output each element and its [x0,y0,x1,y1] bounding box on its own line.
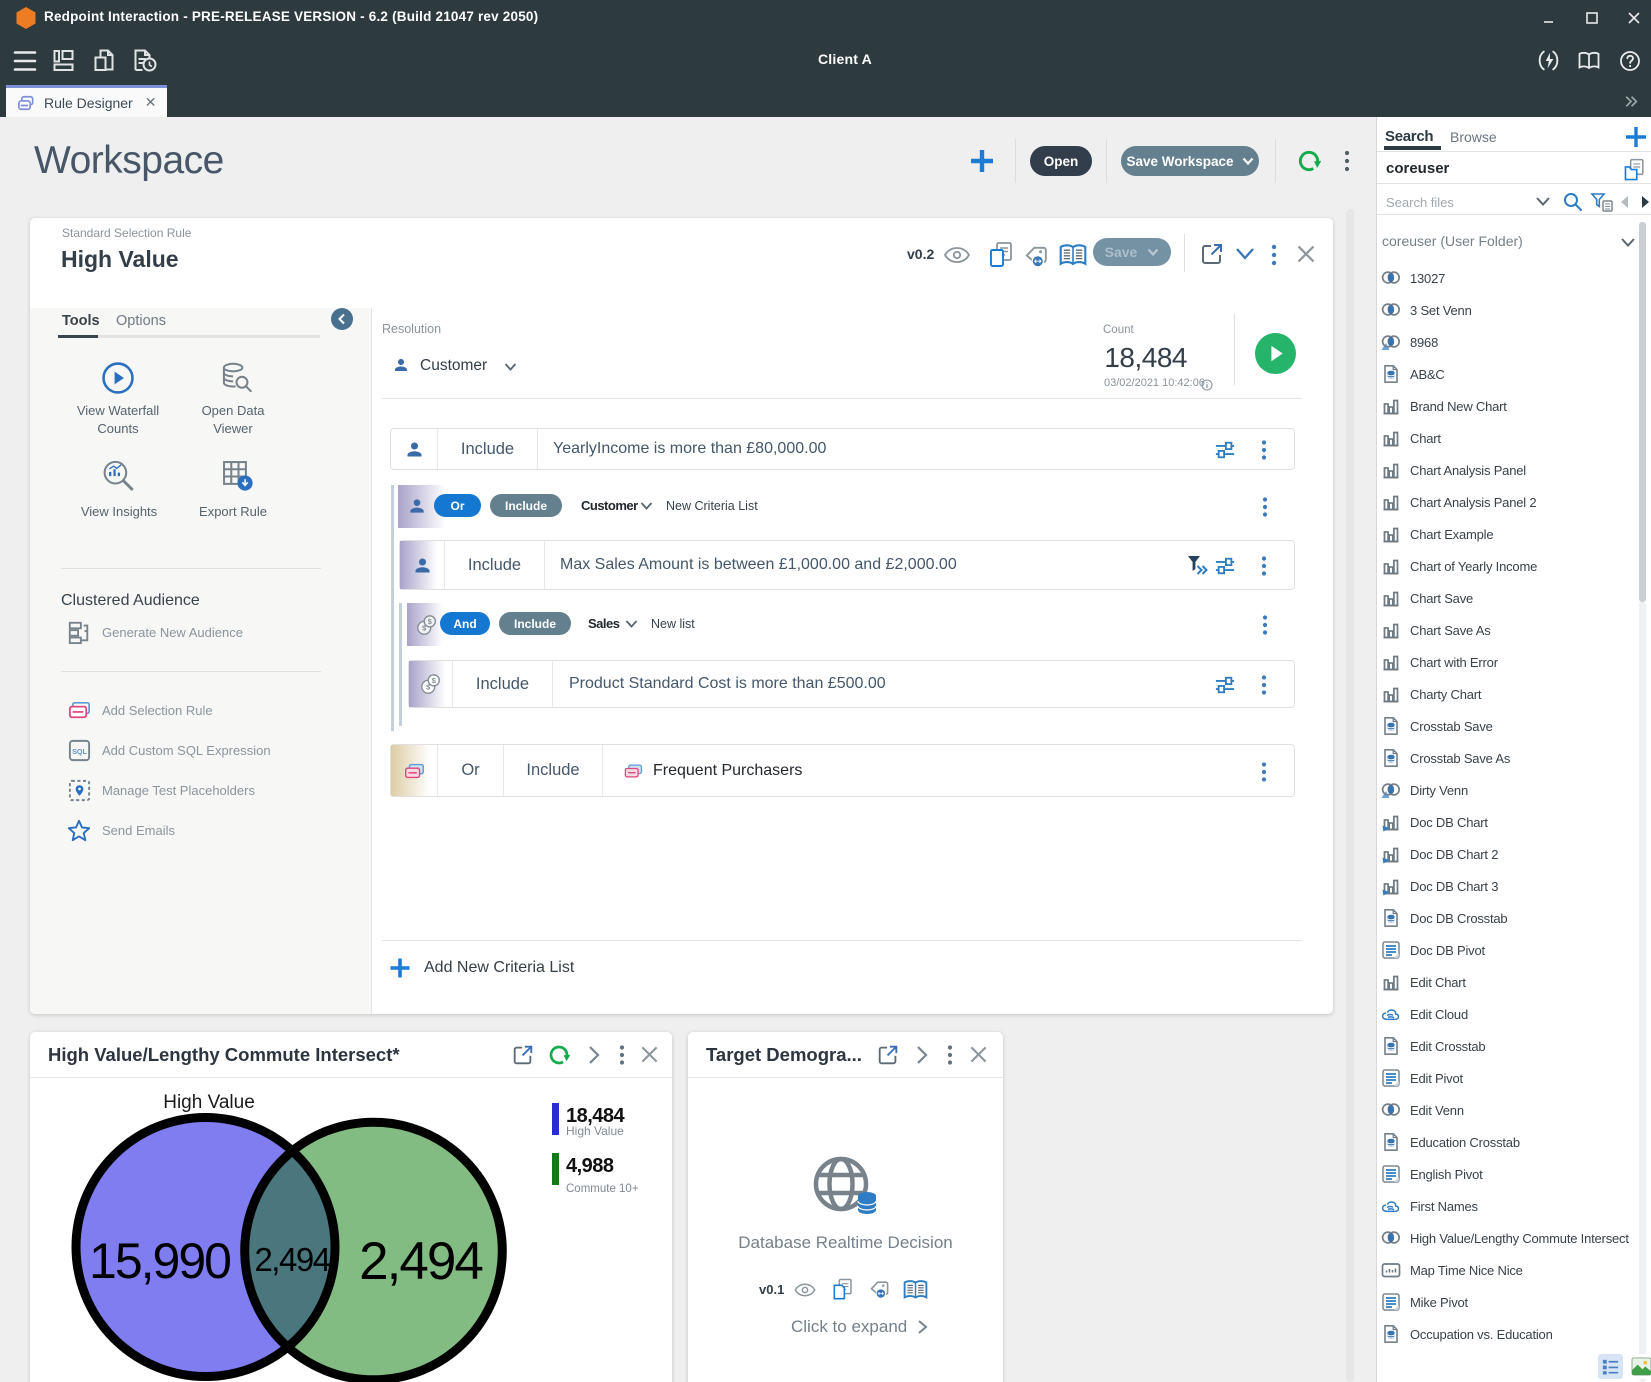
svg-text:15,990: 15,990 [89,1233,230,1289]
svg-text:SQL: SQL [72,747,87,756]
svg-text:2,494: 2,494 [254,1241,330,1278]
svg-text:$: $ [426,683,430,692]
svg-text:$: $ [422,624,426,633]
svg-text:2,494: 2,494 [359,1232,482,1291]
svg-text:$: $ [431,676,435,685]
svg-text:High Value: High Value [163,1092,255,1113]
svg-text:$: $ [428,617,432,626]
